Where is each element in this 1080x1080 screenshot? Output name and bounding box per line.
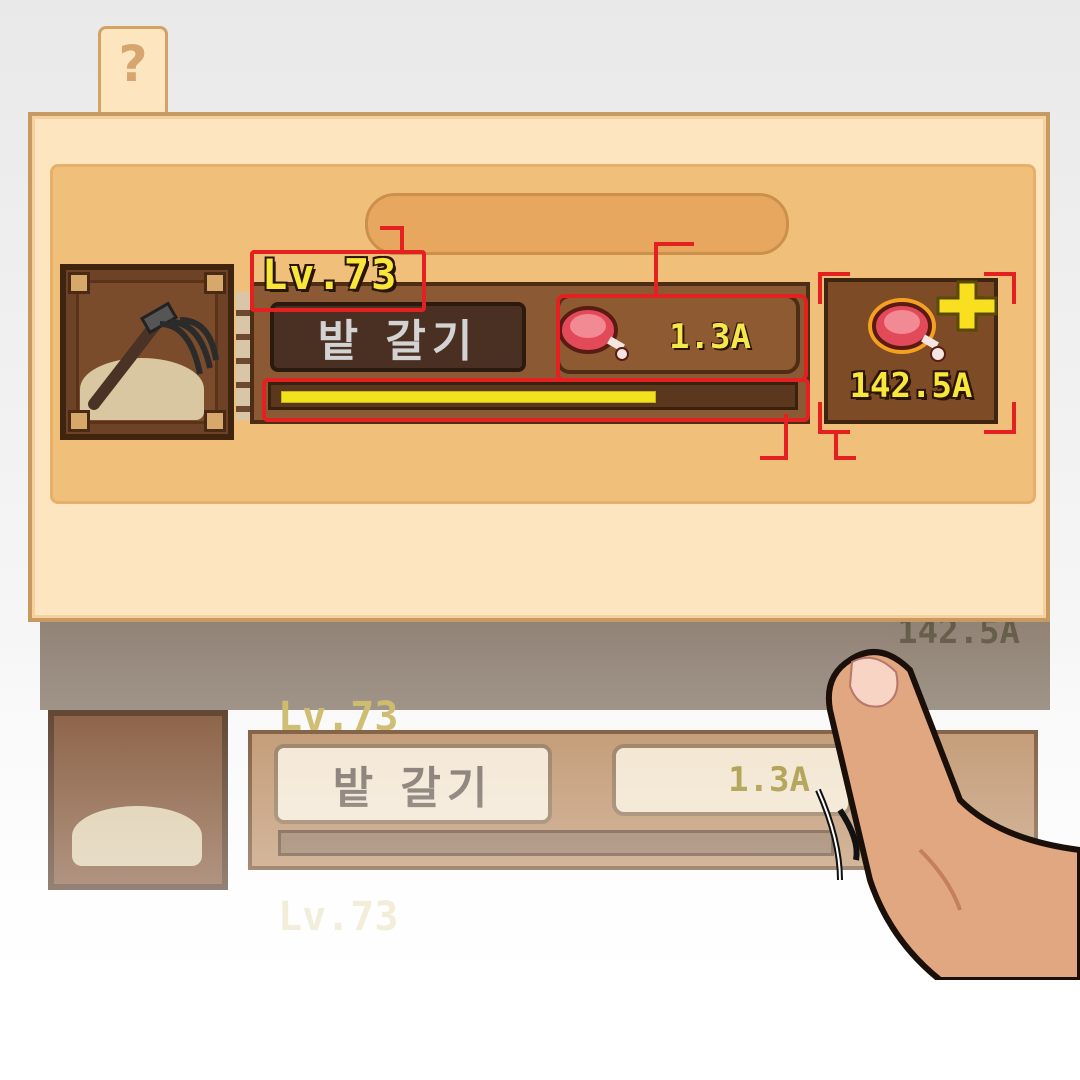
reward-corner bbox=[984, 272, 1016, 304]
ghost-progress bbox=[278, 830, 834, 856]
progress-highlight-tick bbox=[760, 414, 788, 460]
reward-highlight-tick bbox=[834, 430, 856, 460]
ghost-item-icon bbox=[48, 710, 228, 890]
reward-corner bbox=[818, 272, 850, 304]
cost-highlight-tick bbox=[654, 242, 694, 298]
progress-highlight bbox=[262, 378, 810, 422]
title-banner bbox=[365, 193, 789, 255]
ghost-name: 밭 갈기 bbox=[274, 744, 552, 824]
help-tab[interactable]: ? bbox=[98, 26, 168, 126]
help-icon: ? bbox=[118, 35, 148, 93]
pointing-finger-icon bbox=[815, 649, 1080, 980]
hoe-rake-icon bbox=[60, 264, 234, 440]
item-name: 밭 갈기 bbox=[270, 302, 526, 372]
level-highlight bbox=[250, 250, 426, 312]
cost-highlight bbox=[556, 294, 808, 382]
reward-corner bbox=[984, 402, 1016, 434]
ghost-level: Lv.73 bbox=[278, 894, 399, 940]
reward-value: 142.5A bbox=[849, 366, 973, 406]
level-highlight-tick bbox=[380, 226, 404, 254]
chain-link bbox=[236, 292, 250, 420]
